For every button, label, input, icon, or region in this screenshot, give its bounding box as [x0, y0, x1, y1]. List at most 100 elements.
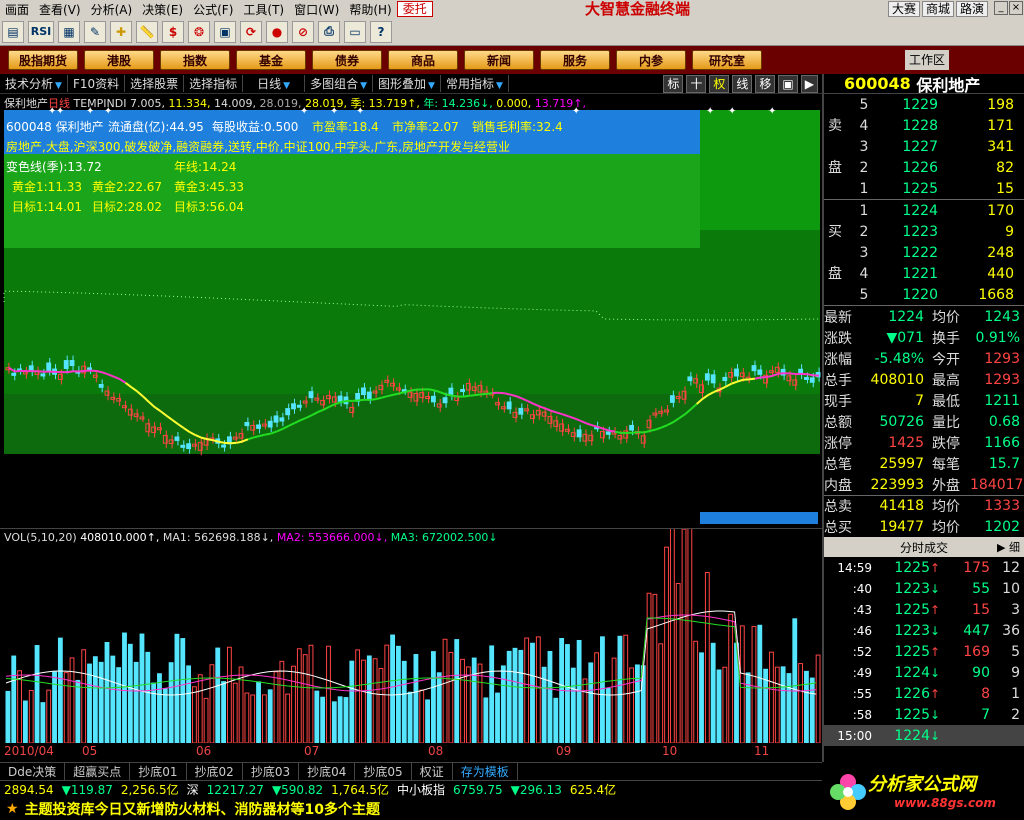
index-bar: 2894.54 ▼119.87 2,256.5亿 深 12217.27 ▼590…	[0, 780, 822, 798]
volume-bar	[448, 651, 454, 743]
nav-service[interactable]: 服务	[540, 50, 611, 70]
ma-segment	[632, 431, 639, 434]
level: 1	[859, 180, 869, 197]
price-chart[interactable]: ✦ ✦ ✦ ✦ ✦ ✦ ✦ ✦ ✦ ✦ ✦ 保利地产日线 TEMPINDI 7.005, 11.33…	[0, 94, 822, 526]
menu-decision[interactable]: 决策(E)	[137, 1, 188, 18]
tab-bottom03[interactable]: 抄底03	[243, 763, 300, 780]
menu-order[interactable]: 委托	[396, 1, 433, 17]
nav-index[interactable]: 指数	[160, 50, 231, 70]
tab-common-indicator[interactable]: 常用指标 ▼	[441, 75, 509, 92]
toolbar: ▤ RSI ▦ ✎ ✚ 📏 $ ❂ ▣ ⟳ ● ⊘ ⎙ ▭ ?	[0, 18, 1024, 46]
menu-view[interactable]: 查看(V)	[34, 1, 86, 18]
volume-bar	[436, 672, 442, 743]
bottom-tabs: Dde决策 超赢买点 抄底01 抄底02 抄底03 抄底04 抄底05 权证 存…	[0, 762, 822, 780]
volume-bar	[652, 593, 658, 743]
nav-commodity[interactable]: 商品	[388, 50, 459, 70]
link-contest[interactable]: 大赛	[887, 1, 920, 17]
link-roadshow[interactable]: 路演	[955, 1, 988, 17]
link-mall[interactable]: 商城	[921, 1, 954, 17]
monitor-icon[interactable]: ▭	[344, 20, 366, 43]
nav-hk[interactable]: 港股	[84, 50, 155, 70]
nav-fund[interactable]: 基金	[236, 50, 307, 70]
volume: 341	[987, 138, 1014, 155]
nav-insider[interactable]: 内参	[616, 50, 687, 70]
tab-f10[interactable]: F10资料	[68, 75, 126, 92]
pencil-icon[interactable]: ✎	[84, 20, 106, 43]
volume-chart[interactable]: VOL(5,10,20) 408010.000↑, MA1: 562698.18…	[0, 528, 822, 762]
btn-zoom-icon[interactable]: ▣	[778, 74, 798, 93]
volume-bar	[664, 546, 669, 743]
tab-buy-point[interactable]: 超赢买点	[65, 763, 131, 780]
tab-save-template[interactable]: 存为模板	[453, 763, 518, 780]
grid-icon[interactable]: ▦	[58, 20, 80, 43]
ball-icon[interactable]: ●	[266, 20, 288, 43]
nav-research[interactable]: 研究室	[692, 50, 763, 70]
ad-banner[interactable]: 分析家公式网 www.88gs.com	[822, 762, 1024, 820]
candle-body	[704, 373, 710, 381]
btn-next-icon[interactable]: ▶	[800, 74, 818, 93]
vol-ma2: MA2: 553666.000↓,	[276, 531, 388, 544]
workarea-label[interactable]: 工作区	[905, 50, 950, 70]
quote-row: 总笔 25997 每笔 15.7	[824, 453, 1024, 474]
crosshair-icon[interactable]: ✚	[110, 20, 132, 43]
vol-ma3: MA3: 672002.500↓	[390, 531, 498, 544]
minimize-icon[interactable]: _	[994, 1, 1008, 15]
btn-line[interactable]: 线	[732, 74, 753, 93]
volume-bar	[256, 681, 261, 743]
close-icon[interactable]: ×	[1009, 1, 1023, 15]
cycle-icon[interactable]: ❂	[188, 20, 210, 43]
candle-body	[629, 424, 634, 431]
tab-bottom02[interactable]: 抄底02	[187, 763, 243, 780]
tab-select-indicator[interactable]: 选择指标	[184, 75, 244, 92]
quote-value: 1333	[984, 498, 1020, 514]
ad-url[interactable]: www.88gs.com	[894, 796, 996, 810]
btn-cross[interactable]: 十	[686, 74, 707, 93]
news-text[interactable]: 主题投资库今日又新增防火材料、消防器材等10多个主题	[25, 799, 380, 819]
tab-bottom05[interactable]: 抄底05	[355, 763, 412, 780]
dollar-button[interactable]: $	[162, 20, 184, 43]
marker-star: ✦	[728, 106, 736, 117]
price: 1228	[902, 117, 938, 134]
btn-mark[interactable]: 标	[663, 74, 684, 93]
tab-dde[interactable]: Dde决策	[0, 763, 66, 780]
tab-overlay[interactable]: 图形叠加 ▼	[373, 75, 441, 92]
print-icon[interactable]: ⎙	[318, 20, 340, 43]
nav-bond[interactable]: 债券	[312, 50, 383, 70]
menu-help[interactable]: 帮助(H)	[344, 1, 396, 18]
btn-rights[interactable]: 权	[709, 74, 730, 93]
btn-move[interactable]: 移	[755, 74, 776, 93]
menu-screen[interactable]: 画面	[0, 1, 34, 18]
tab-bottom04[interactable]: 抄底04	[299, 763, 356, 780]
volume-bar	[815, 654, 821, 743]
chart-icon[interactable]: ▤	[2, 20, 24, 43]
volume-bar	[757, 624, 763, 743]
vol-label: VOL(5,10,20)	[4, 531, 77, 544]
menu-formula[interactable]: 公式(F)	[188, 1, 238, 18]
volume-bar	[343, 697, 349, 743]
tab-technical[interactable]: 技术分析 ▼	[0, 75, 68, 92]
menu-window[interactable]: 窗口(W)	[289, 1, 344, 18]
window-icon[interactable]: ▣	[214, 20, 236, 43]
menu-tools[interactable]: 工具(T)	[238, 1, 289, 18]
tab-select-stock[interactable]: 选择股票	[125, 75, 185, 92]
link-icon[interactable]: ⊘	[292, 20, 314, 43]
info-code: 600048 保利地产	[6, 120, 104, 134]
sync-icon[interactable]: ⟳	[240, 20, 262, 43]
help-button[interactable]: ?	[370, 20, 392, 43]
news-ticker[interactable]: ★ 主题投资库今日又新增防火材料、消防器材等10多个主题	[0, 798, 822, 820]
menu-analysis[interactable]: 分析(A)	[86, 1, 138, 18]
tab-period[interactable]: 日线 ▼	[243, 75, 306, 92]
info-margin: 销售毛利率:32.4	[472, 120, 563, 134]
tab-bottom01[interactable]: 抄底01	[130, 763, 187, 780]
tab-warrant[interactable]: 权证	[412, 763, 453, 780]
ruler-icon[interactable]: 📏	[136, 20, 158, 43]
quote-value: ▼071	[886, 329, 925, 346]
sell-label2: 盘	[828, 160, 842, 176]
volume: 198	[987, 96, 1014, 113]
trade-detail-button[interactable]: ▶ 细	[997, 539, 1020, 555]
tab-multi-chart[interactable]: 多图组合 ▼	[305, 75, 374, 92]
rsi-button[interactable]: RSI	[28, 20, 54, 43]
nav-news[interactable]: 新闻	[464, 50, 535, 70]
nav-index-futures[interactable]: 股指期货	[8, 50, 79, 70]
ma-segment	[253, 435, 260, 439]
